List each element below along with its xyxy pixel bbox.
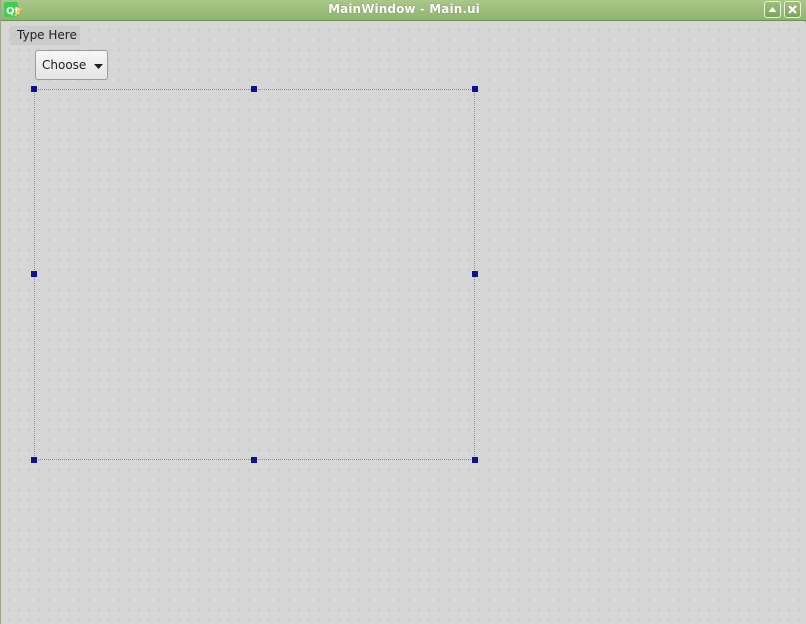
close-button[interactable] (784, 1, 801, 18)
maximize-icon (768, 7, 777, 12)
resize-handle-top-left[interactable] (31, 86, 37, 92)
selected-widget-frame[interactable] (34, 89, 475, 460)
resize-handle-top[interactable] (251, 86, 257, 92)
resize-handle-top-right[interactable] (472, 86, 478, 92)
maximize-button[interactable] (764, 1, 781, 18)
resize-handle-left[interactable] (31, 271, 37, 277)
combobox-selected-value: Choose (42, 58, 87, 72)
menu-placeholder-item[interactable]: Type Here (10, 26, 80, 45)
resize-handle-bottom-left[interactable] (31, 457, 37, 463)
dropdown-arrow-icon (94, 64, 103, 69)
close-icon (788, 5, 797, 14)
main-window: Qt MainWindow - Main.ui Type Here Choose (0, 0, 806, 624)
title-bar[interactable]: Qt MainWindow - Main.ui (1, 0, 806, 21)
window-title: MainWindow - Main.ui (328, 2, 480, 16)
choose-combobox[interactable]: Choose (35, 50, 108, 80)
resize-handle-bottom-right[interactable] (472, 457, 478, 463)
resize-handle-right[interactable] (472, 271, 478, 277)
resize-handle-bottom[interactable] (251, 457, 257, 463)
